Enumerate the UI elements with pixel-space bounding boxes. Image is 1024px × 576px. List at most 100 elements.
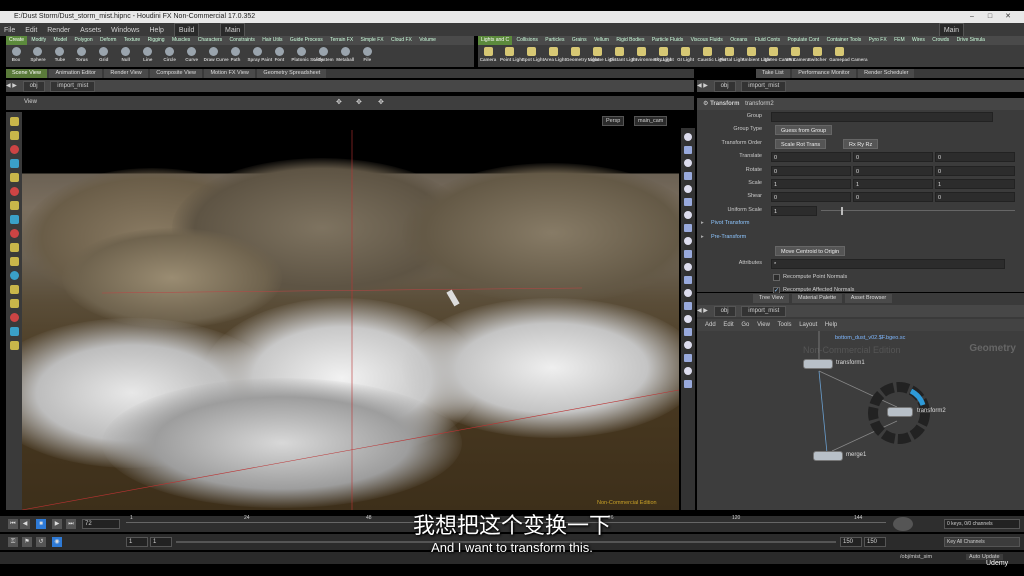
display-option-icon[interactable]	[684, 198, 692, 206]
view-tool-icon[interactable]	[9, 229, 19, 238]
pre-transform-folder[interactable]: Pre-Transform	[711, 231, 746, 244]
display-option-icon[interactable]	[684, 341, 692, 349]
maximize-icon[interactable]: □	[982, 11, 998, 23]
display-option-icon[interactable]	[684, 289, 692, 297]
lock-camera-icon[interactable]	[9, 299, 19, 308]
tool-vr-camera[interactable]: VR Camera	[785, 45, 809, 67]
network-menu-layout[interactable]: Layout	[799, 322, 817, 328]
scene-viewport[interactable]: Non-Commercial Edition	[22, 128, 679, 510]
transform-order-menu[interactable]: Scale Rot Trans	[775, 138, 827, 149]
translate-y[interactable]: 0	[853, 152, 933, 163]
shelf-tab[interactable]: Rigging	[145, 36, 168, 45]
shelf-tab[interactable]: Volume	[416, 36, 439, 45]
snap-icon[interactable]	[9, 215, 19, 224]
tool-geometry-light[interactable]: Geometry Light	[566, 45, 599, 67]
param-path-node[interactable]: import_mist	[741, 81, 787, 92]
tool-sky-light[interactable]: Sky Light	[654, 45, 674, 67]
shelf-tab[interactable]: Wires	[909, 36, 928, 45]
tool-spray-paint[interactable]: Spray Paint	[247, 45, 272, 67]
tool-platonic[interactable]: Platonic Solids	[291, 45, 324, 67]
display-option-icon[interactable]	[684, 328, 692, 336]
network-menu-view[interactable]: View	[757, 322, 770, 328]
tool-camera[interactable]: Camera	[478, 45, 498, 67]
flipbook-icon[interactable]	[9, 285, 19, 294]
shelf-tab[interactable]: Texture	[121, 36, 143, 45]
forward-icon[interactable]: ▶	[12, 83, 17, 89]
network-path-root[interactable]: obj	[713, 306, 736, 317]
shelf-tab[interactable]: Cloud FX	[388, 36, 415, 45]
network-menu-tools[interactable]: Tools	[778, 322, 792, 328]
display-option-icon[interactable]	[684, 159, 692, 167]
shelf-tab[interactable]: Guide Process	[287, 36, 326, 45]
tool-line[interactable]: Line	[138, 45, 158, 67]
brush-tool-icon[interactable]	[9, 201, 19, 210]
shelf-tab[interactable]: FEM	[891, 36, 908, 45]
rotate-y[interactable]: 0	[853, 165, 933, 176]
back-icon[interactable]: ◀	[6, 83, 11, 89]
tool-curve[interactable]: Curve	[182, 45, 202, 67]
transform1-node[interactable]	[803, 359, 833, 369]
select-tool-icon[interactable]	[9, 117, 19, 126]
back-icon[interactable]: ◀	[697, 308, 702, 314]
group-field[interactable]	[771, 112, 993, 122]
tool-volume-light[interactable]: Volume Light	[588, 45, 616, 67]
shelf-tab[interactable]: Viscous Fluids	[688, 36, 726, 45]
tool-draw-curve[interactable]: Draw Curve	[204, 45, 229, 67]
scale-z[interactable]: 1	[935, 178, 1015, 189]
forward-icon[interactable]: ▶	[703, 83, 708, 89]
forward-icon[interactable]: ▶	[703, 308, 708, 314]
display-option-icon[interactable]	[684, 172, 692, 180]
display-option-icon[interactable]	[684, 185, 692, 193]
shelf-tab[interactable]: Simple FX	[358, 36, 387, 45]
display-option-icon[interactable]	[684, 276, 692, 284]
uniform-scale-handle[interactable]	[841, 206, 843, 215]
uniform-scale-slider[interactable]	[821, 209, 1015, 211]
shelf-tab[interactable]: Polygon	[72, 36, 96, 45]
camera-menu-button[interactable]: main_cam	[634, 116, 668, 126]
tab-composite-view[interactable]: Composite View	[150, 69, 202, 78]
transform-icon[interactable]: ✥	[356, 98, 362, 106]
tool-path[interactable]: Path	[226, 45, 246, 67]
shelf-tab[interactable]: Particle Fluids	[649, 36, 686, 45]
network-path-node[interactable]: import_mist	[741, 306, 787, 317]
shear-x[interactable]: 0	[771, 192, 851, 203]
tab-render-view[interactable]: Render View	[104, 69, 148, 78]
shelf-tab[interactable]: Particles	[542, 36, 567, 45]
network-canvas[interactable]: Non-Commercial Edition Geometry bottom_d…	[697, 331, 1024, 510]
move-tool-icon[interactable]	[9, 131, 19, 140]
pivot-transform-folder[interactable]: Pivot Transform	[711, 217, 750, 230]
shelf-tab[interactable]: Model	[51, 36, 71, 45]
rotation-order-menu[interactable]: Rx Ry Rz	[843, 138, 879, 149]
scale-x[interactable]: 1	[771, 178, 851, 189]
rotate-tool-icon[interactable]	[9, 145, 19, 154]
shelf-tab[interactable]: Vellum	[591, 36, 612, 45]
tool-switcher[interactable]: Switcher	[807, 45, 827, 67]
display-option-icon[interactable]	[684, 133, 692, 141]
tool-circle[interactable]: Circle	[160, 45, 180, 67]
network-menu-help[interactable]: Help	[825, 322, 837, 328]
tab-render-scheduler[interactable]: Render Scheduler	[858, 69, 915, 78]
shelf-tab[interactable]: Deform	[97, 36, 119, 45]
tool-tube[interactable]: Tube	[50, 45, 70, 67]
tool-distant-light[interactable]: Distant Light	[610, 45, 637, 67]
display-option-icon[interactable]	[684, 250, 692, 258]
shelf-tab[interactable]: Grains	[569, 36, 590, 45]
transform2-node[interactable]	[887, 407, 913, 417]
camera-tool-icon[interactable]	[9, 243, 19, 252]
tab-scene-view[interactable]: Scene View	[6, 69, 47, 78]
shelf-tab[interactable]: Oceans	[727, 36, 750, 45]
shelf-tab[interactable]: Hair Utils	[259, 36, 285, 45]
display-option-icon[interactable]	[684, 302, 692, 310]
tool-extra-icon[interactable]	[9, 327, 19, 336]
display-option-icon[interactable]	[684, 367, 692, 375]
tab-animation-editor[interactable]: Animation Editor	[49, 69, 102, 78]
pose-tool-icon[interactable]	[9, 187, 19, 196]
tool-spot-light[interactable]: Spot Light	[522, 45, 544, 67]
display-option-icon[interactable]	[684, 224, 692, 232]
shelf-tab[interactable]: Lights and C	[478, 36, 513, 45]
tool-extra-icon[interactable]	[9, 341, 19, 350]
tool-gamepad-camera[interactable]: Gamepad Camera	[829, 45, 868, 67]
attributes-field[interactable]: *	[771, 259, 1005, 270]
display-option-icon[interactable]	[684, 211, 692, 219]
network-menu-add[interactable]: Add	[705, 322, 716, 328]
